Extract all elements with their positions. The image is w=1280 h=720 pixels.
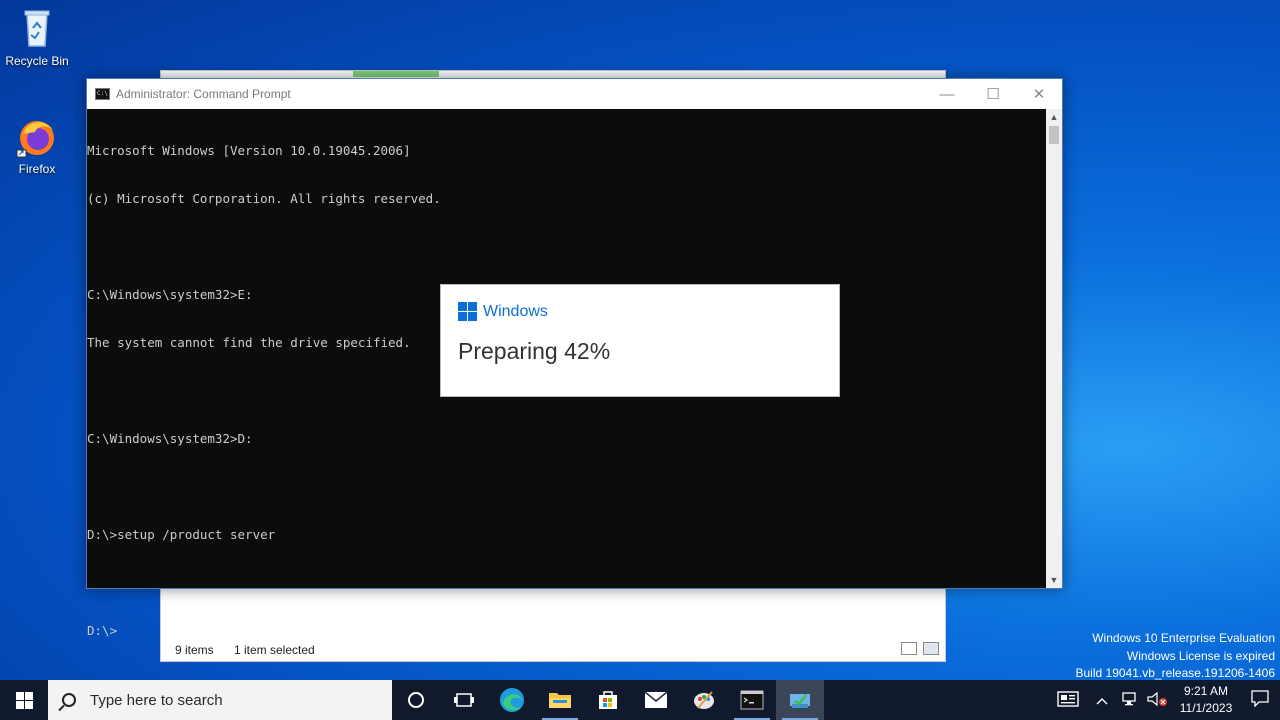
close-button[interactable]: ✕ <box>1016 79 1062 109</box>
store-icon <box>599 691 617 709</box>
activation-watermark: Windows 10 Enterprise Evaluation Windows… <box>1076 630 1276 683</box>
explorer-ribbon-highlight <box>353 71 439 77</box>
recycle-bin-icon <box>15 6 59 50</box>
setup-progress-text: Preparing 42% <box>458 338 611 364</box>
news-icon[interactable] <box>1048 690 1088 710</box>
cortana-icon <box>408 692 424 708</box>
window-title: Administrator: Command Prompt <box>116 87 291 101</box>
network-icon[interactable] <box>1116 691 1142 710</box>
clock-date: 11/1/2023 <box>1179 701 1233 715</box>
desktop-icon-label: Recycle Bin <box>5 54 69 68</box>
firefox-icon <box>15 114 59 158</box>
taskbar-command-prompt[interactable] <box>728 680 776 720</box>
taskbar-setup[interactable] <box>776 680 824 720</box>
windows-setup-dialog: Windows Preparing 42% <box>440 284 840 397</box>
windows-logo-icon <box>458 302 477 321</box>
scroll-thumb[interactable] <box>1049 126 1059 144</box>
console-line: D:\>setup /product server <box>87 527 276 542</box>
console-line: C:\Windows\system32>D: <box>87 431 253 446</box>
terminal-icon <box>740 690 764 710</box>
console-line: (c) Microsoft Corporation. All rights re… <box>87 191 441 206</box>
taskbar-search-box[interactable]: Type here to search <box>48 680 392 720</box>
console-line: Microsoft Windows [Version 10.0.19045.20… <box>87 143 411 158</box>
search-icon <box>62 693 76 707</box>
taskbar-paint[interactable] <box>680 680 728 720</box>
clock-time: 9:21 AM <box>1183 684 1229 698</box>
setup-brand: Windows <box>483 302 548 320</box>
console-prompt: D:\> <box>87 623 118 638</box>
setup-icon <box>790 694 810 708</box>
taskbar: Type here to search 9:21 AM 11/1/2023 <box>0 680 1280 720</box>
chevron-up-icon[interactable] <box>1088 693 1116 708</box>
console-line: ​ <box>87 239 1046 255</box>
desktop-icon-label: Firefox <box>18 162 56 176</box>
taskbar-file-explorer[interactable] <box>536 680 584 720</box>
edge-icon <box>500 688 524 712</box>
close-icon: ✕ <box>1032 86 1046 103</box>
task-view-button[interactable] <box>440 680 488 720</box>
taskbar-clock[interactable]: 9:21 AM 11/1/2023 <box>1172 683 1240 717</box>
start-button[interactable] <box>0 680 48 720</box>
console-line: ​ <box>87 479 1046 495</box>
taskbar-store[interactable] <box>584 680 632 720</box>
minimize-icon: — <box>939 85 955 103</box>
minimize-button[interactable]: — <box>924 79 970 109</box>
folder-icon <box>549 693 571 708</box>
notification-icon[interactable] <box>1240 690 1280 710</box>
taskbar-mail[interactable] <box>632 680 680 720</box>
system-tray: 9:21 AM 11/1/2023 <box>1048 680 1280 720</box>
vertical-scrollbar[interactable]: ▲ ▼ <box>1046 109 1062 588</box>
desktop-icon-recycle-bin[interactable]: Recycle Bin <box>0 6 74 68</box>
cmd-icon <box>95 88 110 100</box>
volume-muted-icon[interactable] <box>1142 691 1172 710</box>
task-view-icon <box>454 693 474 707</box>
desktop-icon-firefox[interactable]: Firefox <box>0 114 74 176</box>
cmd-titlebar[interactable]: Administrator: Command Prompt — ☐ ✕ <box>87 79 1062 109</box>
taskbar-edge[interactable] <box>488 680 536 720</box>
watermark-license: Windows License is expired <box>1126 648 1275 663</box>
cortana-button[interactable] <box>392 680 440 720</box>
maximize-icon: ☐ <box>986 86 1000 103</box>
watermark-edition: Windows 10 Enterprise Evaluation <box>1092 631 1275 645</box>
mail-icon <box>644 691 668 708</box>
search-placeholder: Type here to search <box>90 691 223 709</box>
scroll-down-icon[interactable]: ▼ <box>1046 572 1062 588</box>
paint-icon <box>694 691 714 709</box>
windows-start-icon <box>15 691 33 709</box>
scroll-up-icon[interactable]: ▲ <box>1046 109 1062 125</box>
console-line: ​ <box>87 575 1046 591</box>
maximize-button[interactable]: ☐ <box>970 79 1016 109</box>
